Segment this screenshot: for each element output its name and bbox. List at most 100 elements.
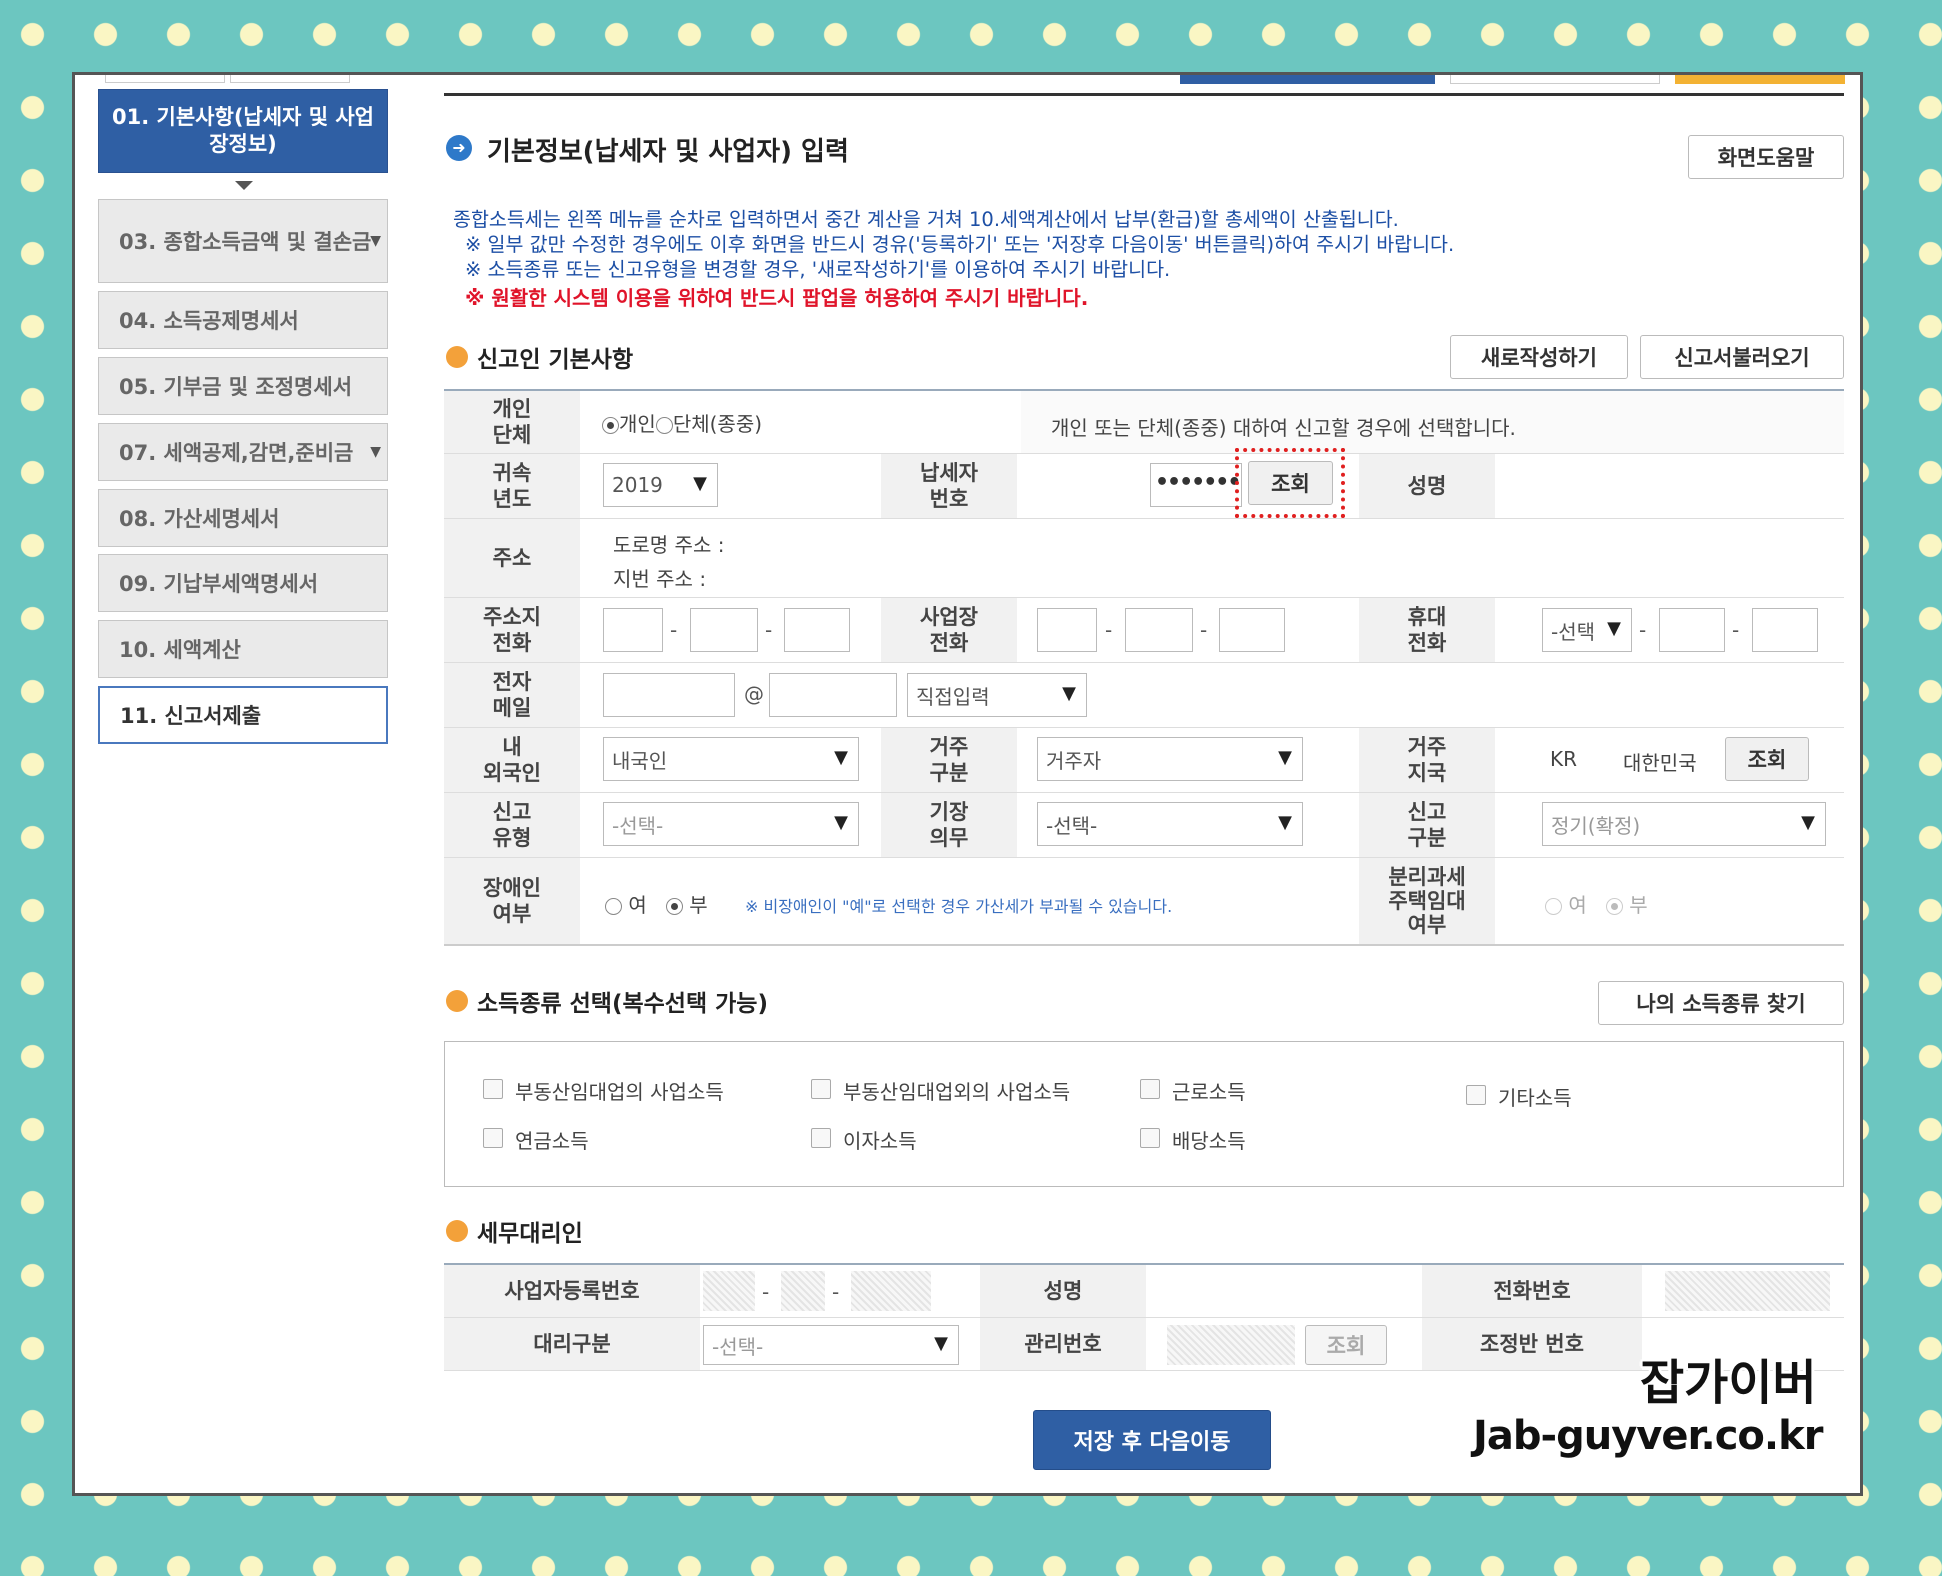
chevron-down-icon: ▼	[370, 233, 381, 249]
home-phone-2[interactable]	[690, 608, 758, 652]
sidebar-item-donation[interactable]: 05. 기부금 및 조정명세서	[98, 357, 388, 415]
email-domain-select[interactable]: 직접입력 ▼	[907, 673, 1087, 717]
row-divider	[444, 518, 1844, 519]
top-tab-stub	[105, 75, 225, 83]
section-title-basic: 신고인 기본사항	[477, 347, 634, 373]
label-agent-phone: 전화번호	[1422, 1265, 1642, 1317]
load-report-button[interactable]: 신고서불러오기	[1640, 335, 1844, 379]
taxpayer-number-input[interactable]: •••••••	[1150, 463, 1242, 507]
row-divider	[444, 727, 1844, 728]
radio-separate-no[interactable]	[1605, 898, 1623, 915]
report-type-select[interactable]: -선택- ▼	[603, 802, 859, 846]
agent-lookup-button[interactable]: 조회	[1305, 1325, 1387, 1365]
biz-phone-2[interactable]	[1125, 608, 1193, 652]
manage-no-input	[1167, 1325, 1295, 1365]
radio-individual[interactable]	[602, 417, 619, 434]
radio-yes-label: 여	[1568, 893, 1587, 917]
nationality-select[interactable]: 내국인 ▼	[603, 737, 859, 781]
label-report-type: 신고 유형	[444, 793, 580, 857]
label-manage-no: 관리번호	[980, 1318, 1146, 1370]
income-option-label: 기타소득	[1498, 1086, 1572, 1110]
income-checkbox[interactable]	[1140, 1128, 1160, 1148]
income-checkbox[interactable]	[811, 1079, 831, 1099]
income-option-label: 연금소득	[515, 1129, 589, 1153]
sidebar-item-tax-calculation[interactable]: 10. 세액계산	[98, 620, 388, 678]
top-tab-stub	[1450, 75, 1660, 84]
mobile-3[interactable]	[1752, 608, 1818, 652]
label-agent-reg-no: 사업자등록번호	[444, 1265, 700, 1317]
residency-select[interactable]: 거주자 ▼	[1037, 737, 1303, 781]
bookkeeping-select[interactable]: -선택- ▼	[1037, 802, 1303, 846]
home-phone-3[interactable]	[784, 608, 850, 652]
sidebar-item-basic-info[interactable]: 01. 기본사항(납세자 및 사업장정보)	[98, 89, 388, 173]
sidebar-item-label: 10. 세액계산	[119, 638, 241, 662]
income-checkbox[interactable]	[811, 1128, 831, 1148]
sidebar-item-income-deduction[interactable]: 04. 소득공제명세서	[98, 291, 388, 349]
dash: -	[765, 618, 773, 642]
income-checkbox[interactable]	[1140, 1079, 1160, 1099]
find-income-type-button[interactable]: 나의 소득종류 찾기	[1598, 981, 1844, 1025]
label-biz-phone: 사업장 전화	[881, 598, 1017, 662]
agent-phone-input	[1665, 1271, 1830, 1311]
mobile-2[interactable]	[1659, 608, 1725, 652]
mobile-prefix-select[interactable]: -선택 ▼	[1542, 608, 1632, 652]
sidebar-down-arrow-icon	[235, 181, 253, 190]
income-options-box	[444, 1041, 1844, 1187]
new-report-button[interactable]: 새로작성하기	[1450, 335, 1628, 379]
income-checkbox[interactable]	[483, 1128, 503, 1148]
label-name: 성명	[1359, 454, 1495, 518]
label-taxpayer-type: 개인 단체	[444, 391, 580, 453]
income-option-label: 배당소득	[1172, 1129, 1246, 1153]
biz-phone-3[interactable]	[1219, 608, 1285, 652]
radio-disabled-yes[interactable]	[605, 898, 622, 915]
country-code: KR	[1550, 747, 1578, 771]
label-address: 주소	[444, 519, 580, 597]
sidebar-item-submit[interactable]: 11. 신고서제출	[98, 686, 388, 744]
save-next-button[interactable]: 저장 후 다음이동	[1033, 1410, 1271, 1470]
agent-reg-no-3	[851, 1271, 931, 1311]
agent-reg-no-1	[703, 1271, 755, 1311]
income-checkbox[interactable]	[1466, 1085, 1486, 1105]
row-divider	[444, 1370, 1844, 1371]
section-bullet-icon	[446, 346, 468, 368]
sidebar-item-penalty-tax[interactable]: 08. 가산세명세서	[98, 489, 388, 547]
sidebar-item-tax-credit[interactable]: 07. 세액공제,감면,준비금 ▼	[98, 423, 388, 481]
taxpayer-type-hint: 개인 또는 단체(종중) 대하여 신고할 경우에 선택합니다.	[1051, 416, 1516, 440]
app-frame: 01. 기본사항(납세자 및 사업장정보) 03. 종합소득금액 및 결손금 ▼ …	[72, 72, 1863, 1496]
section-bullet-icon	[446, 1220, 468, 1242]
top-rule	[444, 93, 1844, 96]
email-id-input[interactable]	[603, 673, 735, 717]
radio-no-label: 부	[1629, 893, 1648, 917]
email-at: @	[744, 682, 764, 706]
row-divider	[444, 453, 1844, 454]
email-domain-input[interactable]	[769, 673, 897, 717]
radio-individual-label: 개인	[619, 412, 656, 436]
tax-year-select[interactable]: 2019 ▼	[603, 463, 718, 507]
biz-phone-1[interactable]	[1037, 608, 1097, 652]
sidebar-item-income-amount[interactable]: 03. 종합소득금액 및 결손금 ▼	[98, 199, 388, 283]
radio-group[interactable]	[655, 417, 673, 434]
sidebar-item-label: 09. 기납부세액명세서	[119, 572, 319, 596]
radio-group-label: 단체(종중)	[672, 412, 763, 436]
dash: -	[1200, 618, 1208, 642]
home-phone-1[interactable]	[603, 608, 663, 652]
radio-disabled-no[interactable]	[665, 898, 683, 915]
income-checkbox[interactable]	[483, 1079, 503, 1099]
help-button[interactable]: 화면도움말	[1688, 135, 1844, 179]
label-bookkeeping: 기장 의무	[881, 793, 1017, 857]
row-divider	[444, 597, 1844, 598]
income-option-label: 이자소득	[843, 1129, 917, 1153]
label-disabled: 장애인 여부	[444, 858, 580, 944]
radio-separate-yes[interactable]	[1545, 898, 1562, 915]
report-class-select[interactable]: 정기(확정) ▼	[1542, 802, 1826, 846]
agent-reg-no-2	[781, 1271, 825, 1311]
agent-type-select[interactable]: -선택- ▼	[703, 1325, 959, 1365]
header-arrow-icon: ➜	[446, 135, 472, 161]
watermark-title: 잡가이버	[1640, 1355, 1817, 1411]
sidebar-item-prepaid-tax[interactable]: 09. 기납부세액명세서	[98, 554, 388, 612]
dash: -	[832, 1280, 840, 1304]
taxpayer-lookup-button[interactable]: 조회	[1248, 461, 1333, 505]
country-lookup-button[interactable]: 조회	[1725, 737, 1809, 781]
label-residency: 거주 구분	[881, 728, 1017, 792]
lot-address: 지번 주소 :	[613, 567, 707, 591]
